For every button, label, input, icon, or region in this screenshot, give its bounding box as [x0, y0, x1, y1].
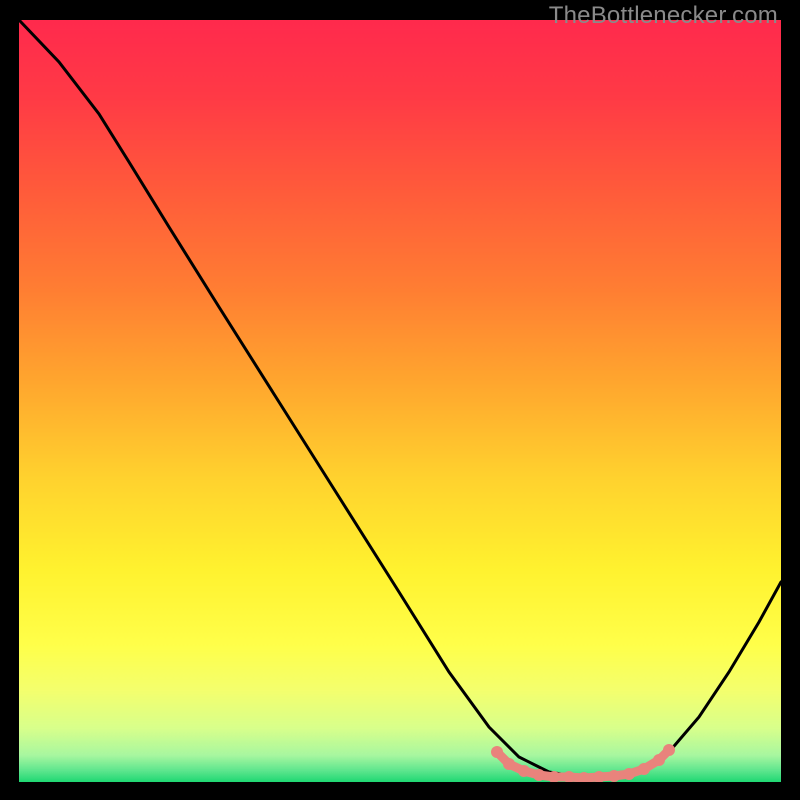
- pink-curve-point: [503, 758, 515, 770]
- chart-frame: [19, 20, 781, 782]
- pink-curve-point: [623, 768, 635, 780]
- pink-curve-point: [638, 763, 650, 775]
- pink-curve-point: [663, 744, 675, 756]
- pink-flat-segment: [491, 744, 675, 782]
- watermark-text: TheBottlenecker.com: [549, 2, 778, 30]
- black-curve-path: [19, 20, 781, 777]
- pink-curve-point: [653, 754, 665, 766]
- pink-curve-point: [533, 769, 545, 781]
- pink-curve-point: [491, 746, 503, 758]
- pink-curve-point: [608, 770, 620, 782]
- pink-curve-point: [518, 765, 530, 777]
- chart-svg: [19, 20, 781, 782]
